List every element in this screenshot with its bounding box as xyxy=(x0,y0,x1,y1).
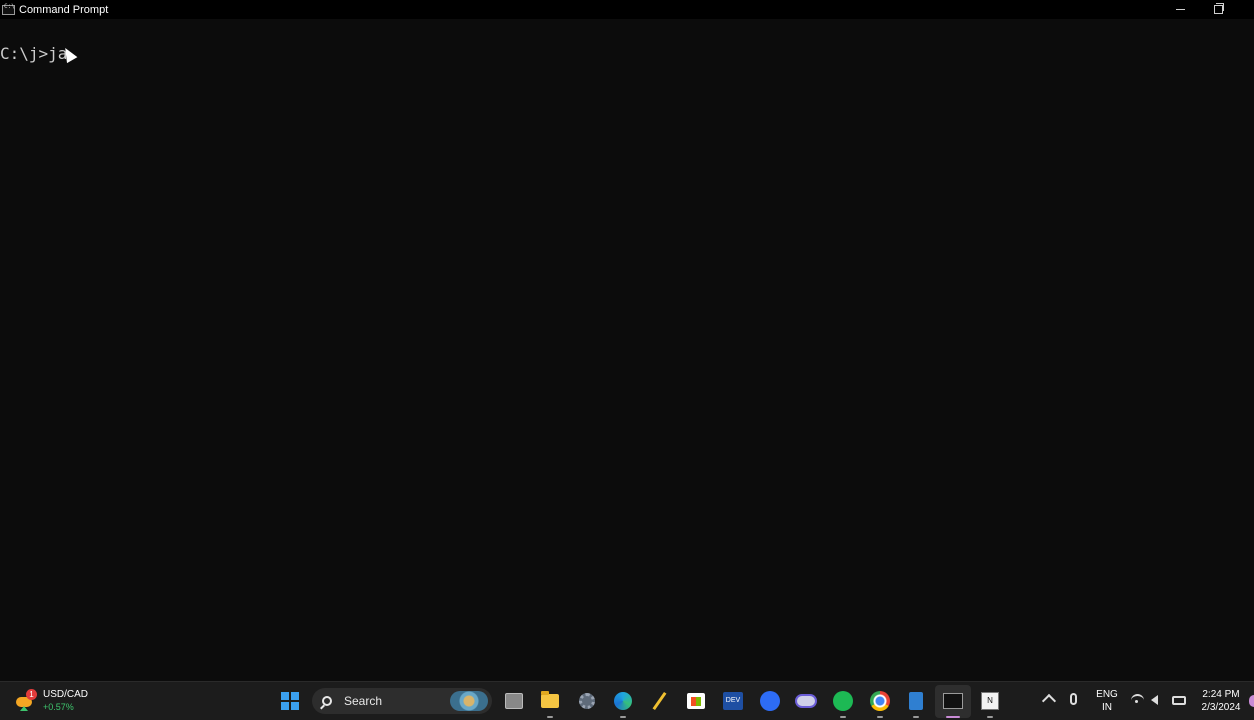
wifi-icon[interactable] xyxy=(1131,694,1144,707)
widget-change: +0.57% xyxy=(43,702,74,712)
settings-button[interactable] xyxy=(575,689,599,713)
notepad-button[interactable] xyxy=(904,689,928,713)
clock[interactable]: 2:24 PM 2/3/2024 xyxy=(1194,688,1248,714)
prompt-line[interactable]: C:\j>ja xyxy=(0,44,67,63)
zoom-icon xyxy=(760,691,780,711)
task-view-button[interactable] xyxy=(502,689,526,713)
spotify-icon xyxy=(833,691,853,711)
task-view-icon xyxy=(505,693,523,709)
gear-icon xyxy=(579,693,595,709)
running-indicator xyxy=(840,716,846,718)
restore-icon xyxy=(1213,3,1224,14)
weather-finance-icon: 1 xyxy=(14,689,37,711)
notepad-icon xyxy=(909,692,923,710)
widget-title: USD/CAD xyxy=(43,689,89,700)
pill-app-icon xyxy=(795,694,817,708)
zoom-button[interactable] xyxy=(758,689,782,713)
start-button[interactable] xyxy=(278,689,302,713)
minimize-button[interactable] xyxy=(1162,0,1198,19)
running-indicator xyxy=(877,716,883,718)
search-highlight-image xyxy=(450,691,488,711)
chrome-button[interactable] xyxy=(868,689,892,713)
taskbar-search[interactable]: Search xyxy=(312,688,492,714)
windows-logo-icon xyxy=(281,692,299,710)
restore-button[interactable] xyxy=(1200,0,1236,19)
spotify-button[interactable] xyxy=(831,689,855,713)
battery-icon[interactable] xyxy=(1172,696,1186,705)
window-title: Command Prompt xyxy=(19,3,109,16)
running-indicator xyxy=(620,716,626,718)
pill-app-button[interactable] xyxy=(794,689,818,713)
folder-icon xyxy=(541,691,559,708)
terminal-icon xyxy=(943,693,963,709)
dev-app-icon: DEV xyxy=(723,692,743,710)
minimize-icon xyxy=(1175,9,1185,10)
language-code: ENG xyxy=(1096,689,1118,700)
chrome-icon xyxy=(870,691,890,711)
command-prompt-icon xyxy=(2,3,15,15)
notification-icon[interactable] xyxy=(1249,695,1254,707)
notion-icon: N xyxy=(981,692,999,710)
notion-button[interactable]: N xyxy=(978,689,1002,713)
search-label: Search xyxy=(344,694,383,708)
widget-badge: 1 xyxy=(26,689,37,700)
language-region: IN xyxy=(1102,702,1112,713)
language-indicator[interactable]: ENG IN xyxy=(1093,688,1121,714)
store-button[interactable] xyxy=(684,689,708,713)
file-explorer-button[interactable] xyxy=(538,689,562,713)
command-prompt-button[interactable] xyxy=(941,689,965,713)
active-indicator xyxy=(946,716,960,718)
widgets-button[interactable]: 1 USD/CAD +0.57% xyxy=(14,686,88,716)
edge-button[interactable] xyxy=(611,689,635,713)
dev-app-button[interactable]: DEV xyxy=(721,689,745,713)
taskbar: 1 USD/CAD +0.57% Search DEV N ENG IN 2:2… xyxy=(0,681,1254,720)
pen-app-button[interactable] xyxy=(647,689,671,713)
running-indicator xyxy=(913,716,919,718)
edge-icon xyxy=(614,692,632,710)
chevron-up-icon[interactable] xyxy=(1041,693,1057,709)
running-indicator xyxy=(547,716,553,718)
clock-date: 2/3/2024 xyxy=(1201,702,1241,713)
title-bar[interactable]: Command Prompt xyxy=(0,0,1254,19)
pen-icon xyxy=(652,691,666,711)
store-icon xyxy=(687,693,705,709)
clock-time: 2:24 PM xyxy=(1202,689,1240,700)
running-indicator xyxy=(987,716,993,718)
microphone-icon[interactable] xyxy=(1070,693,1077,705)
volume-icon[interactable] xyxy=(1151,695,1158,705)
search-icon xyxy=(322,696,332,706)
prompt-text: C:\j> xyxy=(0,44,49,63)
console-area[interactable]: C:\j>ja xyxy=(0,19,1254,681)
